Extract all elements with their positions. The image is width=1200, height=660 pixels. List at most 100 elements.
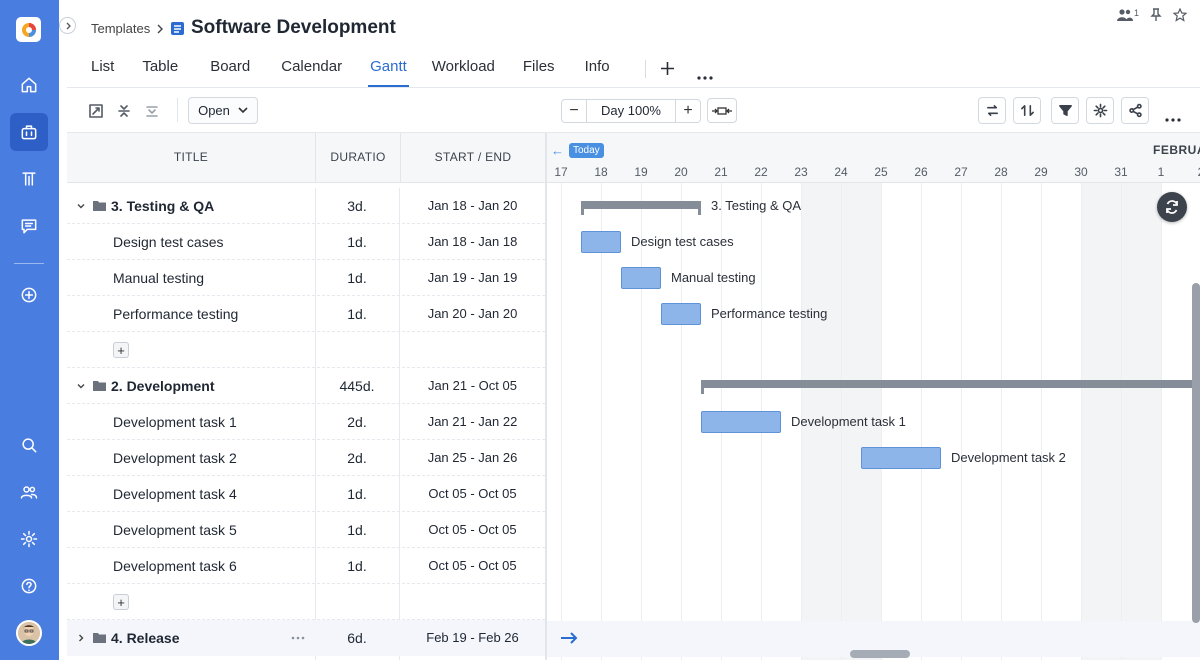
tab-info[interactable]: Info (585, 58, 610, 83)
row-title[interactable]: Development task 5 (113, 512, 237, 548)
tab-files[interactable]: Files (523, 58, 555, 83)
horizontal-scrollbar[interactable] (850, 650, 910, 658)
today-badge[interactable]: Today (569, 143, 604, 158)
row-title[interactable]: Development task 4 (113, 476, 237, 512)
star-icon[interactable] (1173, 8, 1188, 22)
tab-list[interactable]: List (91, 58, 114, 83)
sidebar-collapse-toggle[interactable] (59, 17, 76, 34)
sidebar-help-button[interactable] (10, 567, 48, 605)
tab-workload[interactable]: Workload (432, 58, 495, 83)
task-row[interactable]: Manual testing 1d. Jan 19 - Jan 19 (67, 260, 545, 296)
pin-icon[interactable] (1149, 8, 1163, 22)
row-title[interactable]: Manual testing (113, 260, 204, 296)
members-button[interactable]: 1 (1117, 8, 1139, 22)
sidebar-projects-button[interactable] (10, 113, 48, 151)
chevron-right-icon[interactable] (76, 633, 86, 643)
task-bar[interactable] (621, 267, 661, 289)
summary-bar-development[interactable] (701, 380, 1200, 394)
row-title[interactable]: 2. Development (111, 368, 214, 404)
row-duration[interactable]: 6d. (315, 620, 399, 656)
row-dates[interactable]: Feb 19 - Feb 26 (400, 620, 545, 656)
row-duration[interactable]: 1d. (315, 512, 399, 548)
breadcrumb-parent-link[interactable]: Templates (91, 21, 150, 36)
toolbar-more-button[interactable] (1165, 109, 1181, 125)
row-dates[interactable]: Jan 18 - Jan 20 (400, 188, 545, 224)
sidebar-people-button[interactable] (10, 473, 48, 511)
row-dates[interactable]: Oct 05 - Oct 05 (400, 476, 545, 512)
row-title[interactable]: Design test cases (113, 224, 224, 260)
row-dates[interactable]: Oct 05 - Oct 05 (400, 548, 545, 584)
sidebar-chat-button[interactable] (10, 207, 48, 245)
add-view-button[interactable] (660, 61, 675, 79)
group-row-development[interactable]: 2. Development 445d. Jan 21 - Oct 05 (67, 368, 545, 404)
row-duration[interactable]: 1d. (315, 296, 399, 332)
more-views-button[interactable] (697, 67, 713, 83)
task-row[interactable]: Development task 1 2d. Jan 21 - Jan 22 (67, 404, 545, 440)
row-duration[interactable]: 2d. (315, 404, 399, 440)
user-avatar[interactable] (16, 620, 42, 646)
sidebar-settings-button[interactable] (10, 520, 48, 558)
task-row[interactable]: Design test cases 1d. Jan 18 - Jan 18 (67, 224, 545, 260)
column-header-duration[interactable]: DURATIO (316, 133, 400, 182)
column-header-dates[interactable]: START / END (401, 133, 545, 182)
sync-button[interactable] (1157, 192, 1187, 222)
task-row[interactable]: Development task 6 1d. Oct 05 - Oct 05 (67, 548, 545, 584)
collapse-all-button[interactable] (112, 99, 136, 123)
zoom-in-button[interactable]: + (676, 100, 700, 122)
fullscreen-button[interactable] (84, 99, 108, 123)
row-title[interactable]: 3. Testing & QA (111, 188, 214, 224)
row-duration[interactable]: 1d. (315, 548, 399, 584)
task-bar[interactable] (661, 303, 701, 325)
row-duration[interactable]: 1d. (315, 476, 399, 512)
row-dates[interactable]: Jan 20 - Jan 20 (400, 296, 545, 332)
row-more-icon[interactable] (291, 636, 305, 640)
scroll-to-today-arrow[interactable]: ← (551, 143, 564, 158)
sidebar-templates-button[interactable] (10, 160, 48, 198)
task-row[interactable]: Performance testing 1d. Jan 20 - Jan 20 (67, 296, 545, 332)
row-duration[interactable]: 445d. (315, 368, 399, 404)
row-duration[interactable]: 2d. (315, 440, 399, 476)
row-title[interactable]: Development task 2 (113, 440, 237, 476)
row-duration[interactable]: 1d. (315, 260, 399, 296)
row-dates[interactable]: Jan 19 - Jan 19 (400, 260, 545, 296)
group-row-testing[interactable]: 3. Testing & QA 3d. Jan 18 - Jan 20 (67, 188, 545, 224)
column-header-title[interactable]: TITLE (67, 133, 315, 182)
zoom-out-button[interactable]: − (562, 100, 586, 122)
row-title[interactable]: Development task 1 (113, 404, 237, 440)
group-row-release[interactable]: 4. Release 6d. Feb 19 - Feb 26 (67, 620, 545, 656)
tab-gantt[interactable]: Gantt (368, 58, 409, 87)
row-dates[interactable]: Jan 21 - Oct 05 (400, 368, 545, 404)
row-dates[interactable]: Jan 25 - Jan 26 (400, 440, 545, 476)
dependencies-button[interactable] (978, 97, 1006, 124)
fit-to-screen-button[interactable] (707, 98, 737, 123)
add-task-button[interactable]: + (113, 594, 129, 610)
row-dates[interactable]: Oct 05 - Oct 05 (400, 512, 545, 548)
row-duration[interactable]: 1d. (315, 224, 399, 260)
chevron-down-icon[interactable] (76, 381, 86, 391)
sort-button[interactable] (1013, 97, 1041, 124)
task-row[interactable]: Development task 5 1d. Oct 05 - Oct 05 (67, 512, 545, 548)
task-bar[interactable] (861, 447, 941, 469)
row-duration[interactable]: 3d. (315, 188, 399, 224)
tab-board[interactable]: Board (210, 58, 250, 83)
task-row[interactable]: Development task 4 1d. Oct 05 - Oct 05 (67, 476, 545, 512)
status-filter-select[interactable]: Open (188, 97, 258, 124)
row-title[interactable]: Development task 6 (113, 548, 237, 584)
task-bar[interactable] (581, 231, 621, 253)
sidebar-add-button[interactable] (10, 276, 48, 314)
add-task-button[interactable]: + (113, 342, 129, 358)
row-title[interactable]: Performance testing (113, 296, 238, 332)
task-bar[interactable] (701, 411, 781, 433)
expand-all-button[interactable] (140, 99, 164, 123)
row-title[interactable]: 4. Release (111, 620, 180, 656)
gantt-settings-button[interactable] (1086, 97, 1114, 124)
sidebar-search-button[interactable] (10, 426, 48, 464)
task-row[interactable]: Development task 2 2d. Jan 25 - Jan 26 (67, 440, 545, 476)
row-dates[interactable]: Jan 18 - Jan 18 (400, 224, 545, 260)
app-logo[interactable] (16, 17, 41, 42)
scroll-to-task-arrow-icon[interactable] (559, 630, 579, 646)
tab-table[interactable]: Table (142, 58, 178, 83)
sidebar-home-button[interactable] (10, 66, 48, 104)
filter-button[interactable] (1051, 97, 1079, 124)
summary-bar-testing[interactable] (581, 201, 701, 215)
